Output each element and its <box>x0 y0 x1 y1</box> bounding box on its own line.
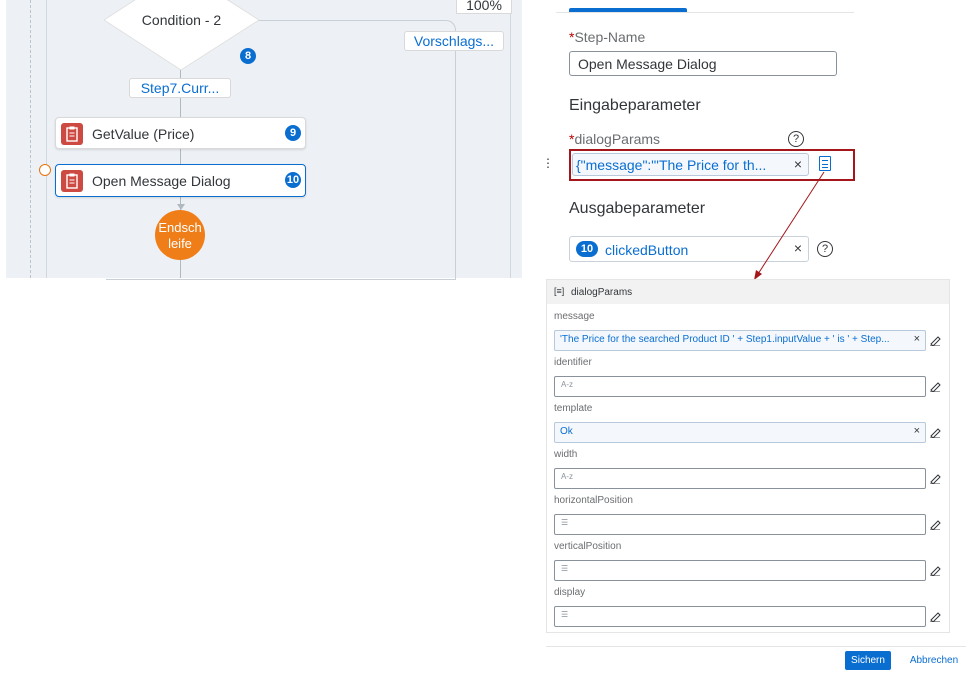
selection-marker <box>39 164 51 176</box>
step-node-badge: 10 <box>285 172 301 188</box>
field-input-message[interactable]: 'The Price for the searched Product ID '… <box>554 330 926 351</box>
edit-pen-icon[interactable] <box>929 610 941 622</box>
dialog-params-value: {"message":"'The Price for th... <box>576 157 767 173</box>
step-name-value: Open Message Dialog <box>578 56 717 72</box>
field-input-vertical-position[interactable]: ☰ <box>554 560 926 581</box>
condition-label: Condition - 2 <box>141 12 222 28</box>
field-input-width[interactable]: A-z <box>554 468 926 489</box>
clipboard-icon <box>61 170 83 192</box>
clear-icon[interactable]: × <box>914 425 920 437</box>
step-name-input[interactable]: Open Message Dialog <box>569 51 837 76</box>
end-loop-label-2: leife <box>168 236 192 251</box>
list-type-icon: ☰ <box>561 518 569 527</box>
field-label-vertical-position: verticalPosition <box>554 541 622 552</box>
step-name-label: *Step-Name <box>569 29 646 45</box>
popover-header: [≡] dialogParams <box>547 280 949 304</box>
field-value: Ok <box>560 426 573 437</box>
field-label-horizontal-position: horizontalPosition <box>554 495 633 506</box>
field-input-template[interactable]: Ok × <box>554 422 926 443</box>
suggestion-link[interactable]: Vorschlags... <box>404 31 504 51</box>
edit-pen-icon[interactable] <box>929 334 941 346</box>
edit-pen-icon[interactable] <box>929 472 941 484</box>
popover-title: dialogParams <box>571 287 633 298</box>
end-loop-node[interactable]: Endsch leife <box>155 210 205 260</box>
footer-divider <box>546 646 966 647</box>
field-label-display: display <box>554 587 586 598</box>
canvas-guide-line <box>510 0 511 278</box>
step-node-label: GetValue (Price) <box>92 126 195 142</box>
bracket-icon: [≡] <box>554 286 565 296</box>
splitter-handle[interactable]: ⋮ <box>542 157 554 180</box>
edit-pen-icon[interactable] <box>929 518 941 530</box>
zoom-level[interactable]: 100% <box>456 0 512 14</box>
condition-diamond-shape <box>104 0 259 70</box>
field-label-identifier: identifier <box>554 357 592 368</box>
help-icon[interactable]: ? <box>788 131 804 147</box>
canvas-guide-line <box>46 0 47 278</box>
step-node-badge: 9 <box>285 125 301 141</box>
text-type-icon: A-z <box>561 472 573 481</box>
end-loop-label-1: Endsch <box>158 220 202 235</box>
flow-canvas[interactable]: 100% Condition - 2 8 Vorschlags... Step7… <box>6 0 522 280</box>
field-value: 'The Price for the searched Product ID '… <box>560 334 890 345</box>
condition-badge: 8 <box>240 48 256 64</box>
dialog-params-label: *dialogParams <box>569 131 661 147</box>
field-label-width: width <box>554 449 578 460</box>
list-type-icon: ☰ <box>561 610 569 619</box>
step-node-label: Open Message Dialog <box>92 173 231 189</box>
field-label-template: template <box>554 403 593 414</box>
value-list-icon[interactable] <box>819 156 831 171</box>
edit-pen-icon[interactable] <box>929 564 941 576</box>
step-node-open-message-dialog[interactable]: Open Message Dialog 10 <box>55 164 306 197</box>
field-input-identifier[interactable]: A-z <box>554 376 926 397</box>
text-type-icon: A-z <box>561 380 573 389</box>
field-label-message: message <box>554 311 595 322</box>
output-params-heading: Ausgabeparameter <box>569 200 706 217</box>
tab-bar-divider <box>556 12 854 13</box>
condition-node[interactable]: Condition - 2 <box>104 0 259 70</box>
save-button[interactable]: Sichern <box>845 651 891 670</box>
field-input-horizontal-position[interactable]: ☰ <box>554 514 926 535</box>
edit-pen-icon[interactable] <box>929 380 941 392</box>
field-input-display[interactable]: ☰ <box>554 606 926 627</box>
output-value: clickedButton <box>605 242 689 258</box>
annotation-arrow <box>754 171 825 280</box>
step-link[interactable]: Step7.Curr... <box>129 78 231 98</box>
input-params-heading: Eingabeparameter <box>569 97 701 114</box>
cancel-button[interactable]: Abbrechen <box>904 651 964 670</box>
step-node-getvalue[interactable]: GetValue (Price) 9 <box>55 117 306 149</box>
output-badge: 10 <box>576 241 598 257</box>
clear-icon[interactable]: × <box>914 333 920 345</box>
clipboard-icon <box>61 123 83 145</box>
canvas-guide-line <box>30 0 31 278</box>
dialog-params-popover: [≡] dialogParams message 'The Price for … <box>546 279 950 633</box>
list-type-icon: ☰ <box>561 564 569 573</box>
edit-pen-icon[interactable] <box>929 426 941 438</box>
